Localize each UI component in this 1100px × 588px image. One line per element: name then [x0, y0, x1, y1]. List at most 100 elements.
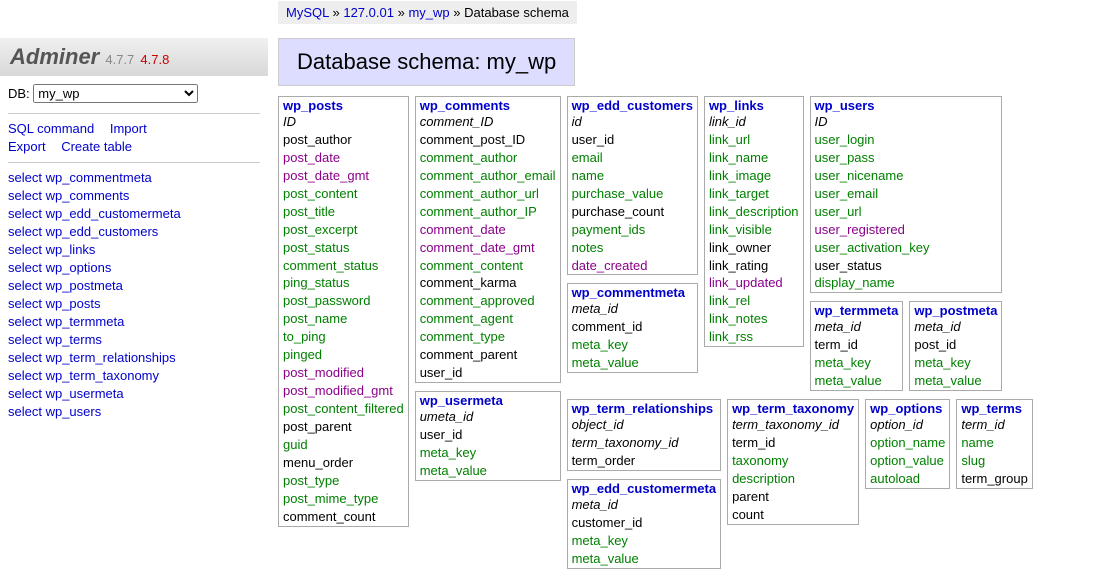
schema-column: user_id	[416, 426, 560, 444]
schema-column: comment_id	[568, 318, 697, 336]
schema-column: pinged	[279, 346, 408, 364]
schema-table-wp_edd_customermeta[interactable]: wp_edd_customermetameta_idcustomer_idmet…	[567, 479, 722, 569]
schema-column: link_name	[705, 149, 803, 167]
sidebar-table-link[interactable]: select wp_comments	[8, 187, 260, 205]
sidebar-table-link[interactable]: select wp_links	[8, 241, 260, 259]
schema-table-wp_postmeta[interactable]: wp_postmetameta_idpost_idmeta_keymeta_va…	[909, 301, 1002, 391]
schema-column: menu_order	[279, 454, 408, 472]
sidebar-table-link[interactable]: select wp_edd_customers	[8, 223, 260, 241]
schema-column: comment_status	[279, 257, 408, 275]
schema-column: meta_key	[910, 354, 1001, 372]
schema-table-name[interactable]: wp_comments	[416, 97, 560, 113]
schema-table-name[interactable]: wp_term_taxonomy	[728, 400, 858, 416]
schema-column: term_order	[568, 452, 721, 470]
schema-column: link_rss	[705, 328, 803, 346]
schema-column: link_updated	[705, 274, 803, 292]
sidebar-table-link[interactable]: select wp_users	[8, 403, 260, 421]
schema-column: user_email	[811, 185, 1002, 203]
schema-column: meta_id	[910, 318, 1001, 336]
schema-column: post_modified_gmt	[279, 382, 408, 400]
schema-column: link_owner	[705, 239, 803, 257]
schema-column: payment_ids	[568, 221, 697, 239]
schema-column: description	[728, 470, 858, 488]
schema-column: purchase_count	[568, 203, 697, 221]
schema-column: slug	[957, 452, 1031, 470]
schema-table-wp_termmeta[interactable]: wp_termmetameta_idterm_idmeta_keymeta_va…	[810, 301, 904, 391]
schema-column: email	[568, 149, 697, 167]
schema-column: post_status	[279, 239, 408, 257]
schema-column: meta_value	[811, 372, 903, 390]
schema-table-wp_term_relationships[interactable]: wp_term_relationshipsobject_idterm_taxon…	[567, 399, 722, 471]
schema-column: ping_status	[279, 274, 408, 292]
schema-table-name[interactable]: wp_terms	[957, 400, 1031, 416]
schema-column: user_id	[568, 131, 697, 149]
schema-column: notes	[568, 239, 697, 257]
sidebar-table-link[interactable]: select wp_usermeta	[8, 385, 260, 403]
schema-table-name[interactable]: wp_termmeta	[811, 302, 903, 318]
db-selector: DB: my_wp	[8, 84, 260, 103]
schema-column: count	[728, 506, 858, 524]
sidebar-table-link[interactable]: select wp_terms	[8, 331, 260, 349]
schema-table-wp_terms[interactable]: wp_termsterm_idnameslugterm_group	[956, 399, 1032, 489]
schema-column: option_value	[866, 452, 949, 470]
bc-mysql[interactable]: MySQL	[286, 5, 329, 20]
export-link[interactable]: Export	[8, 139, 46, 154]
schema-column: post_parent	[279, 418, 408, 436]
schema-column: comment_type	[416, 328, 560, 346]
sidebar-table-link[interactable]: select wp_edd_customermeta	[8, 205, 260, 223]
schema-column: autoload	[866, 470, 949, 488]
schema-column: user_pass	[811, 149, 1002, 167]
schema-table-name[interactable]: wp_options	[866, 400, 949, 416]
schema-table-wp_users[interactable]: wp_usersIDuser_loginuser_passuser_nicena…	[810, 96, 1003, 293]
schema-table-wp_term_taxonomy[interactable]: wp_term_taxonomyterm_taxonomy_idterm_idt…	[727, 399, 859, 525]
bc-db[interactable]: my_wp	[408, 5, 449, 20]
import-link[interactable]: Import	[110, 121, 147, 136]
sidebar-table-link[interactable]: select wp_postmeta	[8, 277, 260, 295]
sql-command-link[interactable]: SQL command	[8, 121, 94, 136]
schema-column: meta_key	[568, 336, 697, 354]
schema-column: meta_key	[416, 444, 560, 462]
db-dropdown[interactable]: my_wp	[33, 84, 198, 103]
schema-table-name[interactable]: wp_users	[811, 97, 1002, 113]
schema-table-wp_posts[interactable]: wp_postsIDpost_authorpost_datepost_date_…	[278, 96, 409, 527]
sidebar-table-link[interactable]: select wp_term_relationships	[8, 349, 260, 367]
schema-table-wp_links[interactable]: wp_linkslink_idlink_urllink_namelink_ima…	[704, 96, 804, 347]
schema-table-name[interactable]: wp_postmeta	[910, 302, 1001, 318]
schema-table-wp_comments[interactable]: wp_commentscomment_IDcomment_post_IDcomm…	[415, 96, 561, 383]
schema-diagram: wp_postsIDpost_authorpost_datepost_date_…	[278, 96, 1100, 573]
schema-column: guid	[279, 436, 408, 454]
page-title: Database schema: my_wp	[278, 38, 575, 86]
schema-table-wp_edd_customers[interactable]: wp_edd_customersiduser_idemailnamepurcha…	[567, 96, 698, 275]
create-table-link[interactable]: Create table	[61, 139, 132, 154]
schema-column: term_taxonomy_id	[568, 434, 721, 452]
sidebar-table-link[interactable]: select wp_commentmeta	[8, 169, 260, 187]
schema-column: user_registered	[811, 221, 1002, 239]
schema-column: link_visible	[705, 221, 803, 239]
sidebar-table-link[interactable]: select wp_posts	[8, 295, 260, 313]
schema-column: user_id	[416, 364, 560, 382]
bc-host[interactable]: 127.0.01	[343, 5, 394, 20]
schema-column: term_taxonomy_id	[728, 416, 858, 434]
sidebar-table-link[interactable]: select wp_term_taxonomy	[8, 367, 260, 385]
schema-table-name[interactable]: wp_edd_customermeta	[568, 480, 721, 496]
sidebar-table-link[interactable]: select wp_options	[8, 259, 260, 277]
schema-table-name[interactable]: wp_links	[705, 97, 803, 113]
schema-column: purchase_value	[568, 185, 697, 203]
schema-table-name[interactable]: wp_term_relationships	[568, 400, 721, 416]
schema-table-name[interactable]: wp_commentmeta	[568, 284, 697, 300]
schema-column: post_author	[279, 131, 408, 149]
schema-table-wp_usermeta[interactable]: wp_usermetaumeta_iduser_idmeta_keymeta_v…	[415, 391, 561, 481]
schema-column: ID	[279, 113, 408, 131]
sidebar-table-link[interactable]: select wp_termmeta	[8, 313, 260, 331]
schema-table-wp_commentmeta[interactable]: wp_commentmetameta_idcomment_idmeta_keym…	[567, 283, 698, 373]
schema-column: meta_id	[811, 318, 903, 336]
bc-sep: »	[332, 5, 339, 20]
schema-column: date_created	[568, 257, 697, 275]
schema-table-wp_options[interactable]: wp_optionsoption_idoption_nameoption_val…	[865, 399, 950, 489]
schema-table-name[interactable]: wp_edd_customers	[568, 97, 697, 113]
bc-page: Database schema	[464, 5, 569, 20]
schema-column: option_name	[866, 434, 949, 452]
schema-table-name[interactable]: wp_usermeta	[416, 392, 560, 408]
schema-column: meta_key	[811, 354, 903, 372]
schema-table-name[interactable]: wp_posts	[279, 97, 408, 113]
